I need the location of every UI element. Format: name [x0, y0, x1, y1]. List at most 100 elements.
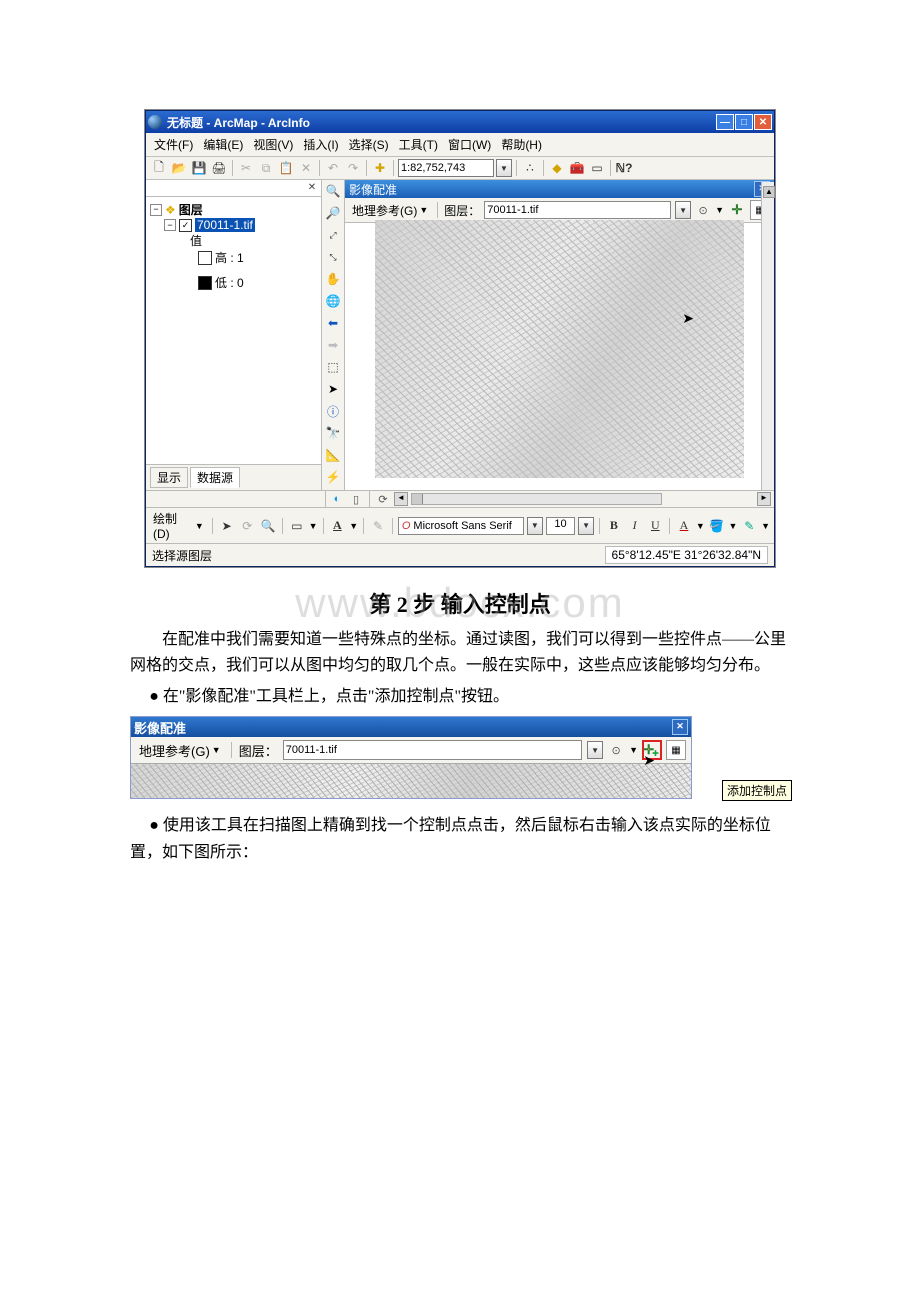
- measure-icon[interactable]: 📐: [324, 446, 342, 464]
- menu-insert[interactable]: 插入(I): [301, 135, 340, 154]
- paste-icon[interactable]: 📋: [277, 159, 295, 177]
- next-extent-icon[interactable]: ➡: [324, 336, 342, 354]
- font-name-combo[interactable]: O Microsoft Sans Serif: [398, 517, 524, 535]
- font-size-dropdown[interactable]: ▼: [578, 517, 594, 535]
- new-icon[interactable]: 🗋: [150, 159, 168, 177]
- redo-icon[interactable]: ↷: [344, 159, 362, 177]
- menu-select[interactable]: 选择(S): [347, 135, 391, 154]
- toc-tab-source[interactable]: 数据源: [190, 467, 240, 488]
- figure-georef-close-icon[interactable]: ✕: [672, 719, 688, 735]
- georef-title-label: 影像配准: [349, 181, 397, 198]
- figure-link-table-icon[interactable]: ▦: [666, 740, 686, 760]
- map-scroll-right-icon[interactable]: ►: [757, 492, 771, 506]
- add-data-icon[interactable]: ✚: [371, 159, 389, 177]
- draw-rotate-icon[interactable]: ⟳: [238, 517, 256, 535]
- menu-file[interactable]: 文件(F): [152, 135, 195, 154]
- font-color-icon[interactable]: A: [675, 517, 693, 535]
- draw-menu-label: 绘制(D): [153, 510, 193, 541]
- save-icon[interactable]: 💾: [190, 159, 208, 177]
- layout-view-icon[interactable]: ▯: [348, 491, 364, 507]
- georef-layer-combo[interactable]: 70011-1.tif: [484, 201, 671, 219]
- new-text-icon[interactable]: A: [329, 517, 347, 535]
- figure-layer-dropdown[interactable]: ▼: [587, 741, 603, 759]
- italic-icon[interactable]: I: [626, 517, 644, 535]
- editor-toolbar-icon[interactable]: ∴: [521, 159, 539, 177]
- select-elements-icon[interactable]: ➤: [324, 380, 342, 398]
- menu-help[interactable]: 帮助(H): [499, 135, 544, 154]
- print-icon[interactable]: 🖨: [210, 159, 228, 177]
- refresh-icon[interactable]: ⟳: [375, 491, 391, 507]
- toc-layer-item[interactable]: − 70011-1.tif: [150, 218, 317, 232]
- toc-layers-root[interactable]: − ❖ 图层: [150, 201, 317, 218]
- select-features-icon[interactable]: ⬚: [324, 358, 342, 376]
- map-scale-input[interactable]: [398, 159, 494, 177]
- georef-layer-dropdown[interactable]: ▼: [675, 201, 691, 219]
- fixed-zoom-out-icon[interactable]: ⤡: [324, 248, 342, 266]
- menu-view[interactable]: 视图(V): [251, 135, 295, 154]
- menu-window[interactable]: 窗口(W): [446, 135, 493, 154]
- draw-select-icon[interactable]: ➤: [218, 517, 236, 535]
- command-line-icon[interactable]: ▭: [588, 159, 606, 177]
- arcmap-app-icon: [148, 115, 162, 129]
- arc-toolbox-icon[interactable]: 🧰: [568, 159, 586, 177]
- status-bar: 选择源图层 65°8'12.45"E 31°26'32.84"N: [146, 543, 774, 566]
- maximize-button[interactable]: □: [735, 114, 753, 130]
- figure-layer-combo[interactable]: 70011-1.tif: [283, 740, 582, 760]
- figure-georef-menu[interactable]: 地理参考(G) ▼: [136, 741, 224, 760]
- identify-icon[interactable]: ⓘ: [324, 402, 342, 420]
- map-view[interactable]: 影像配准 ✕ 地理参考(G) ▼ 图层： 70011-1.tif ▼: [345, 180, 774, 490]
- map-scale-dropdown[interactable]: ▼: [496, 159, 512, 177]
- new-rect-icon[interactable]: ▭: [288, 517, 306, 535]
- fill-color-icon[interactable]: 🪣: [708, 517, 726, 535]
- zoom-out-icon[interactable]: 🔎: [324, 204, 342, 222]
- toc-layer-name[interactable]: 70011-1.tif: [195, 218, 255, 232]
- arc-catalog-icon[interactable]: ◆: [548, 159, 566, 177]
- minimize-button[interactable]: —: [716, 114, 734, 130]
- data-view-icon[interactable]: ◐: [329, 491, 345, 507]
- figure-map-strip: [131, 764, 691, 798]
- menu-edit[interactable]: 编辑(E): [201, 135, 245, 154]
- draw-zoom-icon[interactable]: 🔍: [259, 517, 277, 535]
- cut-icon[interactable]: ✂: [237, 159, 255, 177]
- georef-menu[interactable]: 地理参考(G) ▼: [349, 202, 431, 219]
- menu-tools[interactable]: 工具(T): [397, 135, 440, 154]
- full-extent-icon[interactable]: 🌐: [324, 292, 342, 310]
- draw-menu[interactable]: 绘制(D) ▼: [150, 510, 207, 541]
- undo-icon[interactable]: ↶: [324, 159, 342, 177]
- toc-collapse-icon[interactable]: −: [150, 204, 162, 216]
- paragraph-1: 在配准中我们需要知道一些特殊点的坐标。通过读图，我们可以得到一些控件点——公里网…: [130, 627, 790, 680]
- font-size-combo[interactable]: 10: [546, 517, 576, 535]
- rotate-icon[interactable]: ⊙: [695, 202, 711, 218]
- underline-icon[interactable]: U: [646, 517, 664, 535]
- prev-extent-icon[interactable]: ⬅: [324, 314, 342, 332]
- map-horizontal-scrollbar[interactable]: [411, 493, 662, 505]
- find-icon[interactable]: 🔭: [324, 424, 342, 442]
- georef-toolbar-figure: 影像配准 ✕ 地理参考(G) ▼ 图层： 70011-1.tif ▼ ⊙ ▼ ✛…: [130, 716, 690, 799]
- add-control-point-icon[interactable]: ✛: [728, 201, 746, 219]
- map-raster-display[interactable]: [375, 220, 744, 478]
- close-button[interactable]: ✕: [754, 114, 772, 130]
- delete-icon[interactable]: ✕: [297, 159, 315, 177]
- toc-layer-checkbox[interactable]: [179, 219, 192, 232]
- bold-icon[interactable]: B: [605, 517, 623, 535]
- toc-tab-display[interactable]: 显示: [150, 467, 188, 488]
- copy-icon[interactable]: ⧉: [257, 159, 275, 177]
- map-vertical-scrollbar[interactable]: ▲: [761, 182, 774, 490]
- toc-layer-collapse-icon[interactable]: −: [164, 219, 176, 231]
- font-name-dropdown[interactable]: ▼: [527, 517, 543, 535]
- zoom-in-icon[interactable]: 🔍: [324, 182, 342, 200]
- line-color-icon[interactable]: ✎: [740, 517, 758, 535]
- toc-high-swatch: [198, 251, 212, 265]
- edit-vertices-icon[interactable]: ✎: [369, 517, 387, 535]
- open-icon[interactable]: 📂: [170, 159, 188, 177]
- layers-icon: ❖: [165, 203, 176, 217]
- toc-close-icon[interactable]: ✕: [305, 181, 319, 195]
- table-of-contents[interactable]: − ❖ 图层 − 70011-1.tif 值 高 : 1: [146, 197, 321, 464]
- scroll-up-icon[interactable]: ▲: [763, 186, 775, 198]
- fixed-zoom-in-icon[interactable]: ⤢: [324, 226, 342, 244]
- figure-rotate-icon[interactable]: ⊙: [608, 742, 624, 758]
- map-scroll-left-icon[interactable]: ◄: [394, 492, 408, 506]
- pan-icon[interactable]: ✋: [324, 270, 342, 288]
- context-help-icon[interactable]: ℕ?: [615, 159, 633, 177]
- hyperlink-icon[interactable]: ⚡: [324, 468, 342, 486]
